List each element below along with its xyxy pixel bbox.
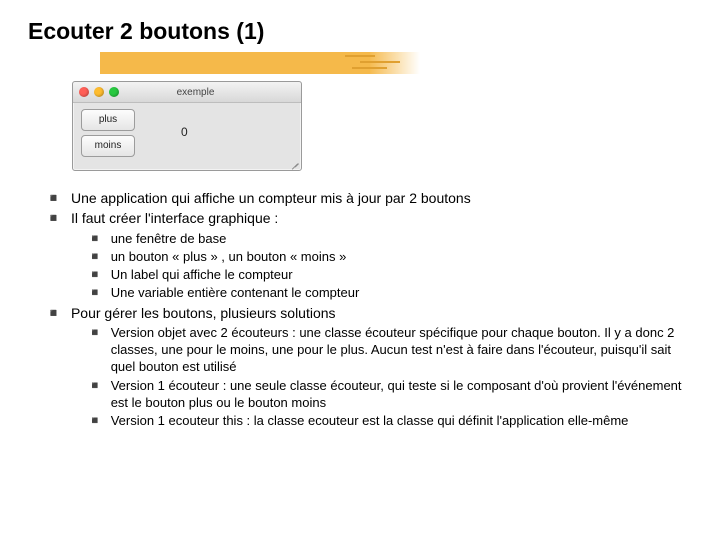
bullet-text: Une application qui affiche un compteur …	[71, 189, 692, 207]
plus-button: plus	[81, 109, 135, 131]
slide-body: ◾ Une application qui affiche un compteur…	[28, 189, 692, 429]
sub-bullet-icon: ◾	[88, 250, 102, 265]
app-screenshot: exemple plus moins 0	[72, 81, 302, 171]
sub-bullet-text: un bouton « plus » , un bouton « moins »	[111, 248, 692, 265]
close-icon	[79, 87, 89, 97]
sub-bullet-icon: ◾	[88, 379, 102, 411]
sub-bullet-icon: ◾	[88, 268, 102, 283]
counter-label: 0	[181, 125, 188, 139]
sub-bullet-text: Version 1 écouteur : une seule classe éc…	[111, 377, 692, 411]
bullet-text: Pour gérer les boutons, plusieurs soluti…	[71, 304, 692, 322]
moins-button: moins	[81, 135, 135, 157]
bullet-icon: ◾	[46, 211, 61, 227]
window-title: exemple	[124, 87, 267, 98]
decorative-underline	[100, 52, 420, 74]
sub-bullet-icon: ◾	[88, 414, 102, 429]
resize-handle-icon	[288, 156, 300, 168]
bullet-text: Il faut créer l'interface graphique :	[71, 209, 692, 227]
sub-bullet-text: une fenêtre de base	[111, 230, 692, 247]
slide-title: Ecouter 2 boutons (1)	[28, 18, 692, 45]
sub-bullet-icon: ◾	[88, 232, 102, 247]
bullet-icon: ◾	[46, 191, 61, 207]
minimize-icon	[94, 87, 104, 97]
sub-bullet-icon: ◾	[88, 326, 102, 375]
sub-bullet-text: Une variable entière contenant le compte…	[111, 284, 692, 301]
bullet-icon: ◾	[46, 306, 61, 322]
sub-bullet-text: Un label qui affiche le compteur	[111, 266, 692, 283]
zoom-icon	[109, 87, 119, 97]
sub-bullet-icon: ◾	[88, 286, 102, 301]
sub-bullet-text: Version objet avec 2 écouteurs : une cla…	[111, 324, 692, 375]
window-titlebar: exemple	[73, 82, 301, 103]
sub-bullet-text: Version 1 ecouteur this : la classe ecou…	[111, 412, 692, 429]
